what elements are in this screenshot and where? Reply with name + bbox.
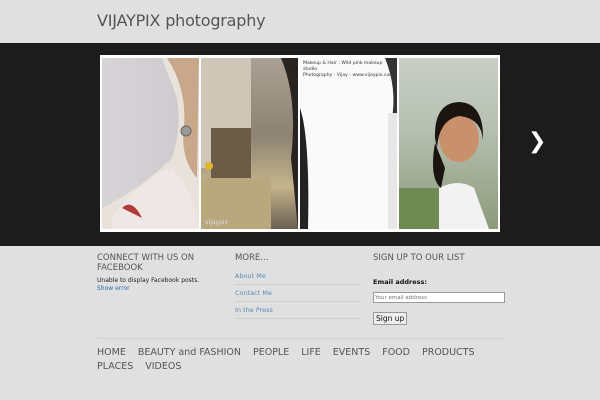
more-widget: MORE... About Me Contact Me In the Press	[235, 253, 360, 319]
slide-image-portrait-hair: Makeup & Hair : Wild pink makeup studio …	[300, 58, 397, 229]
main-nav: HOME BEAUTY and FASHION PEOPLE LIFE EVENTS FO…	[97, 346, 517, 374]
nav-item-people[interactable]: PEOPLE	[253, 346, 289, 360]
sign-up-button[interactable]: Sign up	[373, 312, 408, 325]
email-field[interactable]	[373, 292, 505, 303]
nav-item-videos[interactable]: VIDEOS	[145, 360, 181, 374]
caption-line-2: Photography : Vijay - www.vijaypix.com	[303, 73, 394, 78]
more-widget-title: MORE...	[235, 253, 269, 263]
slide-image-room: vijaypix	[201, 58, 298, 229]
link-about-me[interactable]: About Me	[235, 268, 360, 285]
nav-item-home[interactable]: HOME	[97, 346, 126, 360]
footer-divider	[97, 338, 505, 339]
nav-item-food[interactable]: FOOD	[382, 346, 410, 360]
image-slider: vijaypix Makeup & Hair : Wild pink makeu…	[0, 43, 600, 246]
caption-line-1: Makeup & Hair : Wild pink makeup studio	[303, 61, 383, 72]
facebook-message: Unable to display Facebook posts.	[97, 277, 200, 284]
show-error-link[interactable]: Show error	[97, 285, 222, 293]
link-contact-me[interactable]: Contact Me	[235, 285, 360, 302]
slide-caption: Makeup & Hair : Wild pink makeup studio …	[303, 61, 397, 79]
signup-widget-title: SIGN UP TO OUR LIST	[373, 253, 465, 263]
email-label: Email address:	[373, 278, 427, 286]
nav-item-beauty-and-fashion[interactable]: BEAUTY and FASHION	[138, 346, 241, 360]
slide-image-earring	[102, 58, 199, 229]
link-in-the-press[interactable]: In the Press	[235, 302, 360, 319]
nav-item-products[interactable]: PRODUCTS	[422, 346, 475, 360]
facebook-widget: CONNECT WITH US ON FACEBOOK Unable to di…	[97, 253, 222, 293]
nav-item-events[interactable]: EVENTS	[333, 346, 370, 360]
nav-item-life[interactable]: LIFE	[301, 346, 321, 360]
chevron-right-icon[interactable]: ❯	[528, 131, 546, 153]
facebook-widget-title: CONNECT WITH US ON FACEBOOK	[97, 253, 195, 273]
slide-image-woman-portrait	[399, 58, 498, 229]
slide-frame: vijaypix Makeup & Hair : Wild pink makeu…	[100, 55, 500, 232]
nav-item-places[interactable]: PLACES	[97, 360, 133, 374]
signup-widget: SIGN UP TO OUR LIST Email address: Sign …	[373, 253, 505, 325]
site-title[interactable]: VIJAYPIX photography	[97, 11, 266, 30]
slide-watermark: vijaypix	[205, 219, 229, 226]
